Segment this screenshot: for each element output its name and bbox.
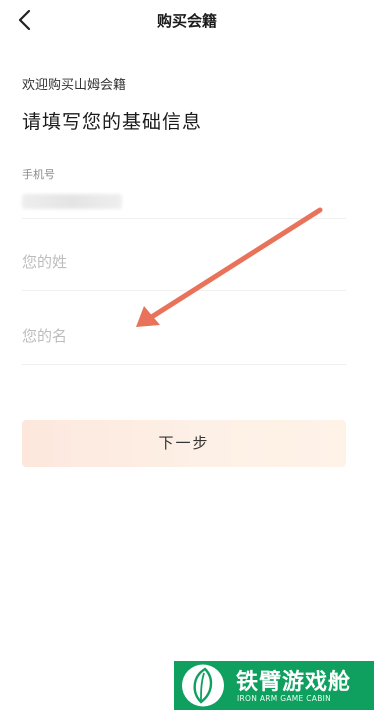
divider xyxy=(22,290,346,291)
last-name-input[interactable] xyxy=(22,244,346,280)
page-title: 购买会籍 xyxy=(156,12,217,30)
watermark-subtitle: IRON ARM GAME CABIN xyxy=(237,694,332,703)
phone-value xyxy=(22,194,122,209)
first-name-input[interactable] xyxy=(22,318,346,354)
header-bar: 购买会籍 xyxy=(0,0,374,40)
watermark: 铁臂游戏舱 IRON ARM GAME CABIN xyxy=(174,661,374,710)
welcome-text: 欢迎购买山姆会籍 xyxy=(22,78,127,93)
leaf-logo-icon xyxy=(174,661,232,710)
divider xyxy=(22,364,346,365)
watermark-title: 铁臂游戏舱 xyxy=(236,670,352,695)
next-button[interactable]: 下一步 xyxy=(22,420,346,467)
form-heading: 请填写您的基础信息 xyxy=(22,111,203,133)
divider xyxy=(22,218,346,219)
phone-label: 手机号 xyxy=(22,168,55,181)
